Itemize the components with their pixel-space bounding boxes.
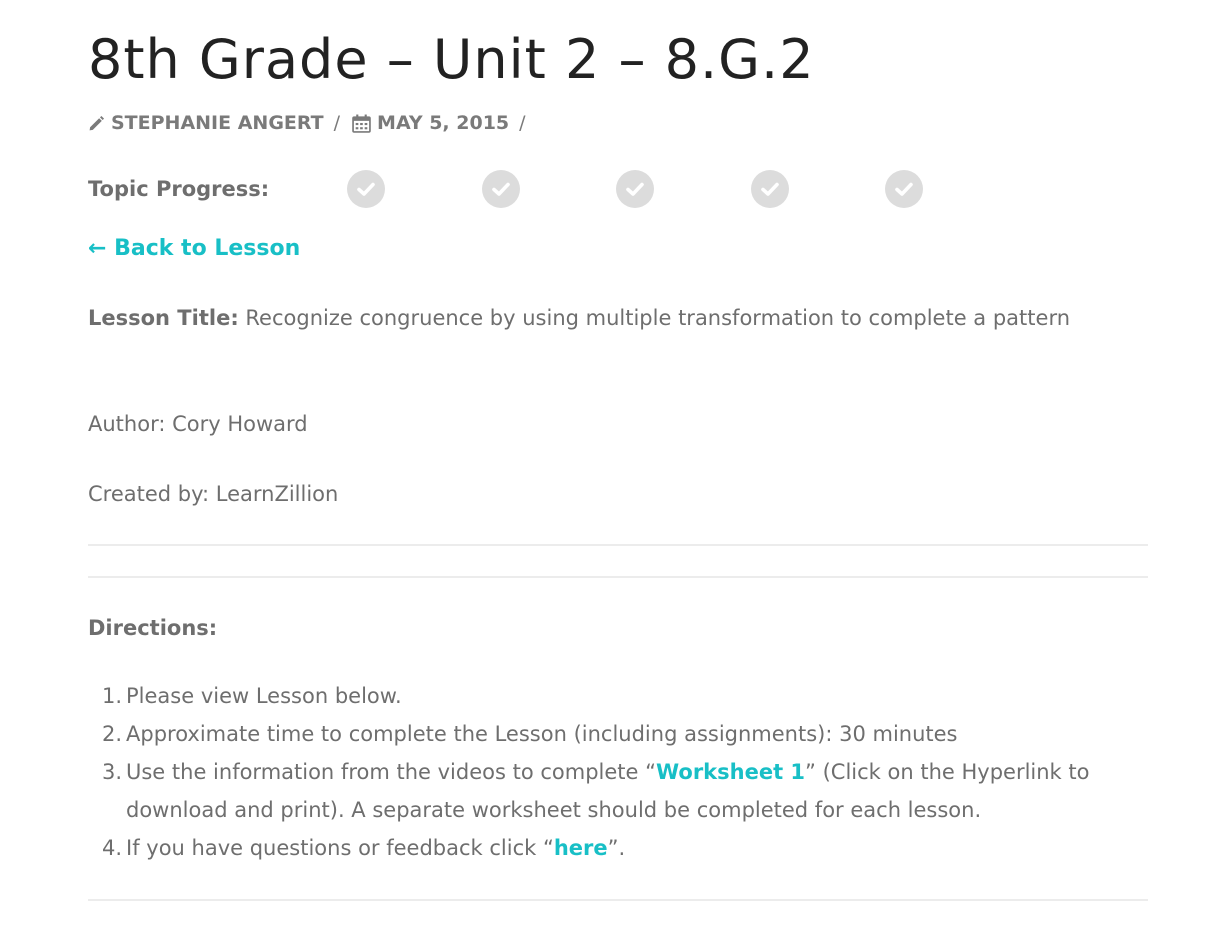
post-meta: STEPHANIE ANGERT / MAY 5, 2015 / xyxy=(88,112,538,134)
topic-progress: Topic Progress: xyxy=(88,168,1020,210)
meta-separator: / xyxy=(333,112,341,134)
back-to-lesson-link[interactable]: ← Back to Lesson xyxy=(88,236,300,261)
post-author[interactable]: STEPHANIE ANGERT xyxy=(111,112,324,134)
check-circle-icon[interactable] xyxy=(481,170,520,208)
list-item: 2. Approximate time to complete the Less… xyxy=(101,722,958,746)
directions-list: 1. Please view Lesson below. 2. Approxim… xyxy=(101,677,1156,867)
feedback-here-link[interactable]: here xyxy=(554,836,608,860)
lesson-title-value: Recognize congruence by using multiple t… xyxy=(245,306,1071,330)
check-circle-icon[interactable] xyxy=(347,170,385,208)
directions-heading: Directions: xyxy=(88,616,218,640)
lesson-title-label: Lesson Title: xyxy=(88,306,239,330)
check-circle-icon[interactable] xyxy=(750,170,789,208)
topic-progress-steps xyxy=(347,170,1020,208)
back-arrow-icon: ← xyxy=(88,236,107,261)
lesson-title: Lesson Title: Recognize congruence by us… xyxy=(88,299,1088,337)
directions-item-2: Approximate time to complete the Lesson … xyxy=(126,722,958,746)
check-circle-icon[interactable] xyxy=(616,170,654,208)
divider xyxy=(88,899,1148,901)
list-item: 1. Please view Lesson below. xyxy=(101,684,402,708)
back-to-lesson-label: Back to Lesson xyxy=(114,236,301,261)
pencil-icon xyxy=(88,115,105,132)
calendar-icon xyxy=(352,114,371,133)
post-date: MAY 5, 2015 xyxy=(377,112,510,134)
directions-item-1: Please view Lesson below. xyxy=(126,684,402,708)
divider xyxy=(88,544,1148,546)
lesson-created-by: Created by: LearnZillion xyxy=(88,482,339,506)
topic-progress-label: Topic Progress: xyxy=(88,177,270,201)
worksheet-1-link[interactable]: Worksheet 1 xyxy=(656,760,805,784)
check-circle-icon[interactable] xyxy=(885,170,923,208)
page-title: 8th Grade – Unit 2 – 8.G.2 xyxy=(88,28,815,91)
directions-item-4-before: If you have questions or feedback click … xyxy=(126,836,554,860)
list-item: 3. Use the information from the videos t… xyxy=(101,760,1090,822)
directions-item-4-after: ”. xyxy=(607,836,626,860)
directions-item-3-before: Use the information from the videos to c… xyxy=(126,760,656,784)
divider xyxy=(88,576,1148,578)
meta-separator: / xyxy=(519,112,526,134)
lesson-author: Author: Cory Howard xyxy=(88,412,308,436)
list-item: 4. If you have questions or feedback cli… xyxy=(101,836,626,860)
